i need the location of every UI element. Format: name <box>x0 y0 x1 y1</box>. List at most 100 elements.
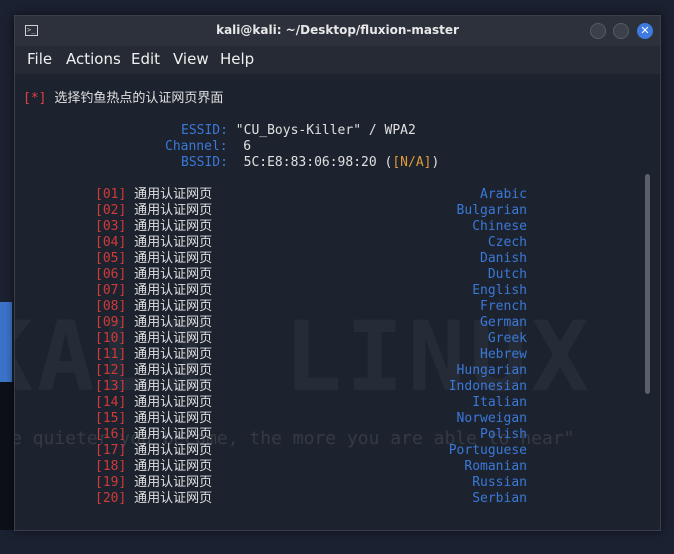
desktop-background-bottom <box>0 530 674 554</box>
desktop-background-dark <box>0 382 14 554</box>
portal-name: 通用认证网页 <box>134 267 213 282</box>
portal-name: 通用认证网页 <box>134 219 213 234</box>
channel-line: Channel: 6 <box>165 139 251 155</box>
portal-index: 19 <box>102 475 119 490</box>
portal-row: [07] 通用认证网页 English <box>95 283 527 298</box>
channel-label: Channel: <box>165 139 228 154</box>
portal-index: 06 <box>102 267 119 282</box>
portal-row: [17] 通用认证网页 Portuguese <box>95 443 527 458</box>
essid-line: ESSID: "CU_Boys-Killer" / WPA2 <box>181 123 416 139</box>
portal-name: 通用认证网页 <box>134 443 213 458</box>
portal-language: Romanian <box>464 459 527 474</box>
bssid-extra: [N/A] <box>392 155 432 170</box>
portal-row: [11] 通用认证网页 Hebrew <box>95 347 527 362</box>
portal-index: 03 <box>102 219 119 234</box>
menu-view[interactable]: View <box>173 50 209 68</box>
portal-name: 通用认证网页 <box>134 203 213 218</box>
bssid-label: BSSID: <box>181 155 228 170</box>
heading-line: [*] 选择钓鱼热点的认证网页界面 <box>23 91 223 107</box>
portal-row: [04] 通用认证网页 Czech <box>95 235 527 250</box>
menu-bar: File Actions Edit View Help <box>15 46 660 72</box>
portal-language: English <box>472 283 527 298</box>
portal-name: 通用认证网页 <box>134 283 213 298</box>
portal-name: 通用认证网页 <box>134 251 213 266</box>
portal-name: 通用认证网页 <box>134 491 213 506</box>
desktop-background-strip <box>0 302 12 382</box>
portal-language: Polish <box>480 427 527 442</box>
portal-name: 通用认证网页 <box>134 363 213 378</box>
portal-index: 04 <box>102 235 119 250</box>
close-button[interactable]: ✕ <box>637 23 653 39</box>
portal-name: 通用认证网页 <box>134 235 213 250</box>
portal-index: 10 <box>102 331 119 346</box>
portal-language: Hebrew <box>480 347 527 362</box>
portal-index: 16 <box>102 427 119 442</box>
scrollbar[interactable] <box>645 174 650 394</box>
portal-name: 通用认证网页 <box>134 379 213 394</box>
portal-index: 02 <box>102 203 119 218</box>
portal-name: 通用认证网页 <box>134 187 213 202</box>
portal-language: French <box>480 299 527 314</box>
portal-index: 13 <box>102 379 119 394</box>
portal-language: Bulgarian <box>456 203 527 218</box>
portal-index: 17 <box>102 443 119 458</box>
portal-index: 12 <box>102 363 119 378</box>
portal-row: [16] 通用认证网页 Polish <box>95 427 527 442</box>
prompt-mark: [*] <box>23 91 47 106</box>
menu-file[interactable]: File <box>27 50 52 68</box>
portal-index: 14 <box>102 395 119 410</box>
portal-row: [18] 通用认证网页 Romanian <box>95 459 527 474</box>
portal-language: Czech <box>487 235 527 250</box>
portal-name: 通用认证网页 <box>134 299 213 314</box>
portal-name: 通用认证网页 <box>134 411 213 426</box>
portal-index: 07 <box>102 283 119 298</box>
portal-language: Arabic <box>480 187 527 202</box>
portal-index: 15 <box>102 411 119 426</box>
portal-language: German <box>480 315 527 330</box>
portal-row: [20] 通用认证网页 Serbian <box>95 491 527 506</box>
portal-index: 11 <box>102 347 119 362</box>
portal-row: [19] 通用认证网页 Russian <box>95 475 527 490</box>
window-title: kali@kali: ~/Desktop/fluxion-master <box>216 23 459 37</box>
bssid-line: BSSID: 5C:E8:83:06:98:20 ([N/A]) <box>181 155 440 170</box>
portal-name: 通用认证网页 <box>134 315 213 330</box>
menu-help[interactable]: Help <box>220 50 254 68</box>
portal-index: 05 <box>102 251 119 266</box>
portal-index: 09 <box>102 315 119 330</box>
minimize-button[interactable] <box>590 23 606 39</box>
portal-language: Dutch <box>487 267 527 282</box>
portal-row: [05] 通用认证网页 Danish <box>95 251 527 266</box>
portal-name: 通用认证网页 <box>134 395 213 410</box>
portal-language: Greek <box>487 331 527 346</box>
portal-language: Hungarian <box>456 363 527 378</box>
portal-language: Serbian <box>472 491 527 506</box>
menu-actions[interactable]: Actions <box>66 50 121 68</box>
portal-row: [15] 通用认证网页 Norweigan <box>95 411 527 426</box>
portal-row: [10] 通用认证网页 Greek <box>95 331 527 346</box>
essid-label: ESSID: <box>181 123 228 138</box>
portal-row: [08] 通用认证网页 French <box>95 299 527 314</box>
portal-name: 通用认证网页 <box>134 475 213 490</box>
terminal-output[interactable]: KALI LINUX e quieter you become, the mor… <box>15 74 660 530</box>
portal-name: 通用认证网页 <box>134 331 213 346</box>
portal-name: 通用认证网页 <box>134 427 213 442</box>
portal-language: Italian <box>472 395 527 410</box>
portal-language: Chinese <box>472 219 527 234</box>
maximize-button[interactable] <box>613 23 629 39</box>
portal-row: [14] 通用认证网页 Italian <box>95 395 527 410</box>
essid-value: "CU_Boys-Killer" / WPA2 <box>235 123 416 138</box>
title-bar[interactable]: >_ kali@kali: ~/Desktop/fluxion-master ✕ <box>15 16 660 46</box>
portal-row: [01] 通用认证网页 Arabic <box>95 187 527 202</box>
portal-language: Danish <box>480 251 527 266</box>
portal-row: [09] 通用认证网页 German <box>95 315 527 330</box>
portal-row: [13] 通用认证网页 Indonesian <box>95 379 527 394</box>
portal-name: 通用认证网页 <box>134 459 213 474</box>
menu-edit[interactable]: Edit <box>131 50 160 68</box>
portal-language: Russian <box>472 475 527 490</box>
portal-language: Indonesian <box>448 379 527 394</box>
portal-index: 20 <box>102 491 119 506</box>
portal-row: [03] 通用认证网页 Chinese <box>95 219 527 234</box>
portal-row: [12] 通用认证网页 Hungarian <box>95 363 527 378</box>
portal-name: 通用认证网页 <box>134 347 213 362</box>
terminal-window: >_ kali@kali: ~/Desktop/fluxion-master ✕… <box>14 15 661 531</box>
